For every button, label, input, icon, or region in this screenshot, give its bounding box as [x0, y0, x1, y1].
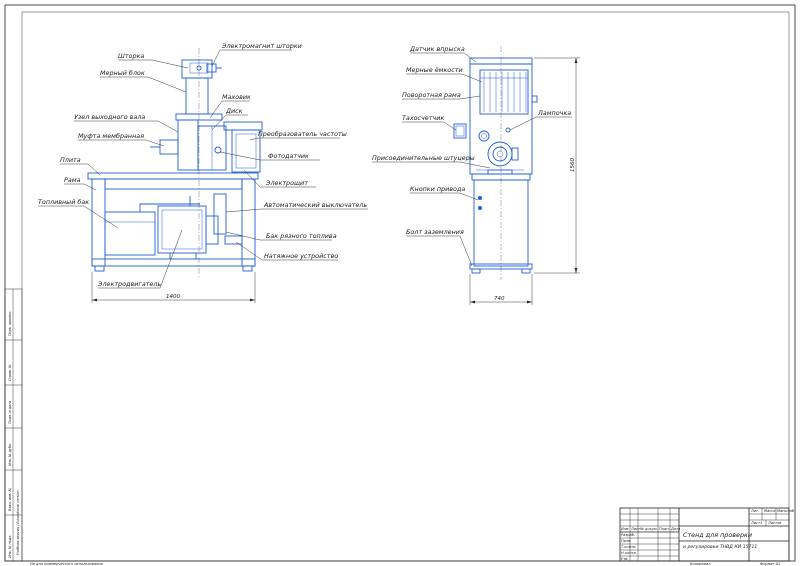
front-view: 1400 — [87, 48, 263, 303]
strip-podp-data: Подп. и дата — [8, 401, 12, 424]
bottom-notes: Не для коммерческого использования Копир… — [30, 562, 780, 566]
tb-lit: Лит. — [750, 509, 759, 513]
front-label-group: Шторка Электромагнит шторки Мерный блок … — [38, 42, 367, 288]
tb-copied: Копировал — [690, 562, 711, 566]
label-avtomaticheskij-vyklyuchatel: Автоматический выключатель — [263, 201, 367, 209]
tb-sheets: Листов — [767, 521, 781, 525]
label-disk: Диск — [225, 107, 243, 115]
label-povorotnaya-rama: Поворотная рама — [402, 91, 461, 99]
tb-utv: Утв. — [621, 557, 629, 561]
strip-inv-dubl: Инв. № дубл. — [8, 443, 12, 466]
tb-doc: № докум. — [639, 527, 658, 531]
tb-prov: Пров. — [621, 539, 631, 543]
side-view: 740 1560 — [453, 46, 580, 305]
label-bolt-zazemleniya: Болт заземления — [406, 228, 464, 236]
tb-nkontr: Н.контр. — [621, 551, 637, 555]
label-uzel-vykhodnogo-vala: Узел выходного вала — [74, 113, 145, 121]
tb-razrab: Разраб. — [621, 533, 635, 537]
label-knopki-privoda: Кнопки привода — [410, 185, 465, 193]
label-elektromagnit-shtorki: Электромагнит шторки — [221, 42, 302, 50]
tb-tkontr: Т.контр. — [621, 545, 637, 549]
label-toplivnyj-bak: Топливный бак — [38, 198, 89, 206]
tb-sign: Подп. — [659, 527, 670, 531]
strip-author: Учебная версия / Educational version — [16, 490, 20, 555]
tb-format: Формат A1 — [760, 562, 780, 566]
label-plita: Плита — [60, 156, 81, 164]
tb-date: Дата — [670, 527, 680, 531]
side-label-group: Датчик впрыска Мерные ёмкости Поворотная… — [372, 45, 571, 236]
tb-izm: Изм. — [621, 527, 629, 531]
strip-inv-podl: Инв. № подл. — [8, 535, 12, 558]
strip-vzam-inv: Взам. инв. № — [8, 488, 12, 511]
label-elektroshchit: Электрощит — [265, 179, 308, 187]
label-elektrodvigatel: Электродвигатель — [97, 280, 161, 288]
tb-title-line2: и регулировки ТНВД КИ-15711 — [683, 544, 757, 550]
label-mernye-emkosti: Мерные ёмкости — [406, 66, 463, 74]
label-datchik-vpryska: Датчик впрыска — [409, 45, 465, 53]
label-mernyj-blok: Мерный блок — [100, 69, 145, 77]
tb-title-line1: Стенд для проверки — [683, 531, 752, 539]
label-shtorka: Шторка — [118, 52, 144, 60]
label-makhovik: Маховик — [222, 93, 251, 101]
label-fotodatchik: Фотодатчик — [268, 152, 309, 160]
side-width-dimension: 740 — [494, 296, 505, 302]
label-bak-ryaznogo-topliva: Бак рязного топлива — [266, 232, 337, 240]
label-prisoedinitelnye-shtucery: Присоединительные штуцеры — [372, 154, 475, 162]
title-block: Изм. Лист № докум. Подп. Дата Разраб. Пр… — [619, 507, 795, 562]
label-natyazhnoe-ustrojstvo: Натяжное устройство — [264, 252, 338, 260]
tb-mass: Масса — [764, 509, 775, 513]
strip-perv-primen: Перв. примен. — [8, 311, 12, 336]
drawing-sheet: Перв. примен. Справ. № Подп. и дата Инв.… — [4, 4, 796, 566]
bottom-note: Не для коммерческого использования — [30, 562, 104, 566]
label-preobrazovatel-chastoty: Преобразователь частоты — [258, 130, 347, 138]
front-width-dimension: 1400 — [166, 294, 180, 300]
label-rama: Рама — [64, 176, 81, 184]
strip-sprav: Справ. № — [8, 364, 12, 381]
label-lampochka: Лампочка — [537, 109, 571, 117]
tb-sheet-num: 1 — [760, 521, 762, 525]
side-height-dimension: 1560 — [570, 158, 576, 172]
label-takhoschetchik: Тахосчетчик — [402, 114, 444, 122]
tb-scale: Масштаб — [777, 509, 795, 513]
left-registry-strip: Перв. примен. Справ. № Подп. и дата Инв.… — [4, 288, 23, 562]
label-mufta-membrannaya: Муфта мембранная — [78, 132, 144, 140]
